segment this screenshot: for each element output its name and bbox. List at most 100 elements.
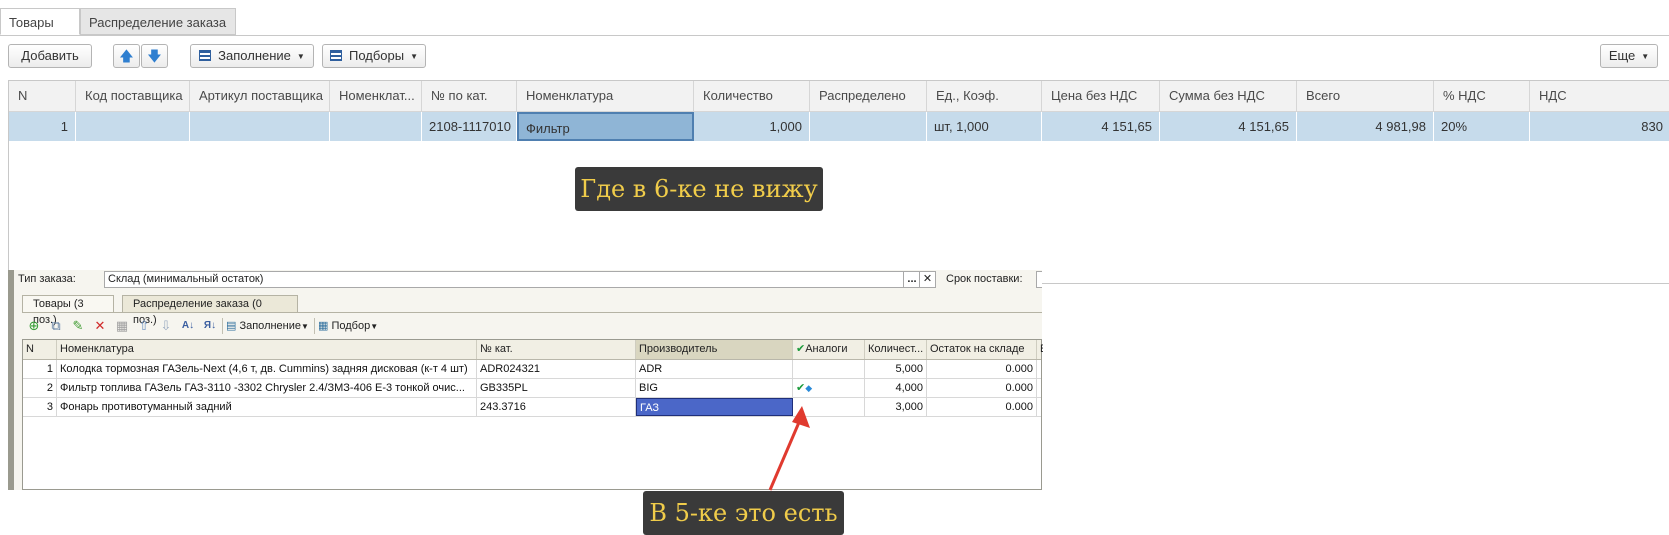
old-table-header: N Номенклатура № кат. Производитель ✔Ана…	[23, 340, 1043, 360]
cell-catalog[interactable]: ADR024321	[477, 360, 636, 378]
cell-catalog[interactable]: GB335PL	[477, 379, 636, 397]
add-button-label: Добавить	[21, 48, 79, 63]
cell-nomenclature[interactable]: Фильтр	[517, 112, 694, 141]
old-tab-order-distribution[interactable]: Распределение заказа (0 поз.)	[122, 295, 298, 326]
old-toolbar: ⊕ ⧉ ✎ ✕ ▦ ⇧ ⇩ A↓ Я↓ ▤ Заполнение▼ ▦ Подб…	[22, 315, 442, 337]
col-price-no-vat[interactable]: Цена без НДС	[1042, 81, 1160, 111]
old-col-catalog[interactable]: № кат.	[477, 340, 636, 359]
col-supplier-article[interactable]: Артикул поставщика	[190, 81, 330, 111]
table-row[interactable]: 3 Фонарь противотуманный задний 243.3716…	[23, 398, 1041, 417]
fill-icon: ▤	[226, 320, 237, 332]
col-sum-no-vat[interactable]: Сумма без НДС	[1160, 81, 1297, 111]
add-icon[interactable]: ⊕	[26, 318, 42, 334]
old-goods-table[interactable]: N Номенклатура № кат. Производитель ✔Ана…	[22, 339, 1043, 490]
analogs-check-icon: ✔	[796, 343, 806, 355]
sort-desc-icon[interactable]: Я↓	[202, 318, 218, 334]
cell-catalog[interactable]: 243.3716	[477, 398, 636, 416]
cell-stock[interactable]: 0.000	[927, 379, 1037, 397]
chevron-down-icon: ▼	[1641, 51, 1650, 61]
arrow-up-icon[interactable]: ⇧	[136, 318, 152, 334]
cell-manufacturer[interactable]: BIG	[636, 379, 793, 397]
cell-unit-coef[interactable]: шт, 1,000	[927, 112, 1042, 141]
table-header: N Код поставщика Артикул поставщика Номе…	[9, 81, 1669, 112]
more-button[interactable]: Еще ▼	[1600, 44, 1658, 68]
goods-table[interactable]: N Код поставщика Артикул поставщика Номе…	[8, 80, 1669, 284]
analogs-cube-icon: ◆	[805, 383, 813, 393]
cell-stock[interactable]: 0.000	[927, 398, 1037, 416]
table-row[interactable]: 1 Колодка тормозная ГАЗель-Next (4,6 т, …	[23, 360, 1041, 379]
col-vat-percent[interactable]: % НДС	[1434, 81, 1530, 111]
col-quantity[interactable]: Количество	[694, 81, 810, 111]
move-down-button[interactable]: 🡇	[141, 44, 168, 68]
old-col-stock[interactable]: Остаток на складе	[927, 340, 1037, 359]
tab-order-distribution[interactable]: Распределение заказа	[80, 8, 236, 35]
edit-icon[interactable]: ✎	[70, 318, 86, 334]
delivery-term-field[interactable]	[1036, 271, 1042, 288]
cell-n[interactable]: 1	[23, 360, 57, 378]
cell-supplier-code[interactable]	[76, 112, 190, 141]
cell-nomenclature-short[interactable]	[330, 112, 422, 141]
cell-nomenclature[interactable]: Колодка тормозная ГАЗель-Next (4,6 т, дв…	[57, 360, 477, 378]
cell-analogs[interactable]	[793, 360, 865, 378]
add-button[interactable]: Добавить	[8, 44, 92, 68]
cell-n[interactable]: 3	[23, 398, 57, 416]
delete-icon[interactable]: ✕	[92, 318, 108, 334]
col-vat[interactable]: НДС	[1530, 81, 1669, 111]
move-up-button[interactable]: 🡅	[113, 44, 140, 68]
table-row[interactable]: 1 2108-1117010 Фильтр 1,000 шт, 1,000 4 …	[9, 112, 1669, 141]
col-distributed[interactable]: Распределено	[810, 81, 927, 111]
cell-vat-percent[interactable]: 20%	[1434, 112, 1530, 141]
cell-n[interactable]: 1	[9, 112, 76, 141]
old-fill-button[interactable]: ▤ Заполнение▼	[226, 318, 309, 334]
col-nomenclature-short[interactable]: Номенклат...	[330, 81, 422, 111]
arrow-up-icon: 🡅	[119, 48, 134, 64]
old-col-nomenclature[interactable]: Номенклатура	[57, 340, 477, 359]
cell-price-no-vat[interactable]: 4 151,65	[1042, 112, 1160, 141]
col-catalog-no[interactable]: № по кат.	[422, 81, 517, 111]
cell-catalog-no[interactable]: 2108-1117010	[422, 112, 517, 141]
old-tab-goods[interactable]: Товары (3 поз.)	[22, 295, 114, 326]
cell-quantity[interactable]: 4,000	[865, 379, 927, 397]
sort-asc-icon[interactable]: A↓	[180, 318, 196, 334]
old-col-n[interactable]: N	[23, 340, 57, 359]
cell-n[interactable]: 2	[23, 379, 57, 397]
old-selection-button[interactable]: ▦ Подбор▼	[318, 318, 378, 334]
cell-supplier-article[interactable]	[190, 112, 330, 141]
col-supplier-code[interactable]: Код поставщика	[76, 81, 190, 111]
col-total[interactable]: Всего	[1297, 81, 1434, 111]
toolbar-separator	[222, 318, 223, 334]
cell-total[interactable]: 4 981,98	[1297, 112, 1434, 141]
col-nomenclature[interactable]: Номенклатура	[517, 81, 694, 111]
cell-analogs[interactable]: ✔◆	[793, 379, 865, 397]
cell-nomenclature[interactable]: Фонарь противотуманный задний	[57, 398, 477, 416]
old-tab-divider	[22, 312, 1042, 313]
tab-goods[interactable]: Товары (1)	[0, 8, 80, 57]
cell-nomenclature[interactable]: Фильтр топлива ГАЗель ГАЗ-3110 -3302 Chr…	[57, 379, 477, 397]
old-col-quantity[interactable]: Количест...	[865, 340, 927, 359]
cell-manufacturer[interactable]: ADR	[636, 360, 793, 378]
col-n[interactable]: N	[9, 81, 76, 111]
old-selection-label: Подбор	[331, 320, 371, 332]
order-type-field[interactable]: Склад (минимальный остаток)	[104, 271, 936, 288]
old-col-manufacturer[interactable]: Производитель	[636, 340, 793, 359]
arrow-down-icon[interactable]: ⇩	[158, 318, 174, 334]
analogs-header-label: Аналоги	[805, 343, 848, 355]
arrow-down-icon: 🡇	[147, 48, 162, 64]
fill-button[interactable]: Заполнение ▼	[190, 44, 314, 68]
table-row[interactable]: 2 Фильтр топлива ГАЗель ГАЗ-3110 -3302 C…	[23, 379, 1041, 398]
old-col-analogs[interactable]: ✔Аналоги	[793, 340, 865, 359]
col-unit-coef[interactable]: Ед., Коэф.	[927, 81, 1042, 111]
cell-quantity[interactable]: 1,000	[694, 112, 810, 141]
cell-stock[interactable]: 0.000	[927, 360, 1037, 378]
old-col-unit[interactable]: Е	[1037, 340, 1043, 359]
chevron-down-icon: ▼	[296, 51, 305, 61]
selections-button[interactable]: Подборы ▼	[322, 44, 426, 68]
cell-quantity[interactable]: 5,000	[865, 360, 927, 378]
save-icon[interactable]: ▦	[114, 318, 130, 334]
cell-vat[interactable]: 830	[1530, 112, 1669, 141]
cell-quantity[interactable]: 3,000	[865, 398, 927, 416]
cell-distributed[interactable]	[810, 112, 927, 141]
cell-sum-no-vat[interactable]: 4 151,65	[1160, 112, 1297, 141]
clear-button[interactable]: ✕	[919, 271, 936, 288]
copy-icon[interactable]: ⧉	[48, 318, 64, 334]
